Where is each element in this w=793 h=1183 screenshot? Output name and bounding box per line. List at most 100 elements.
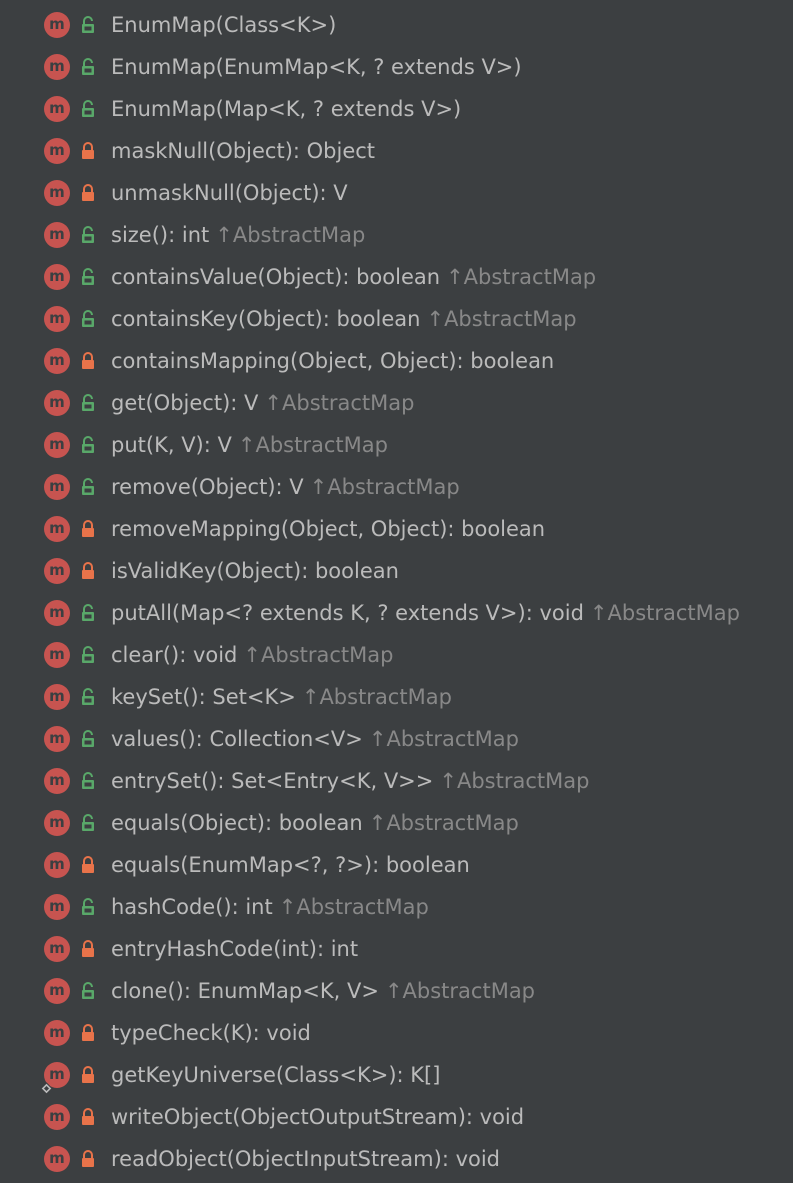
member-row-put[interactable]: m put(K, V): V ↑AbstractMap	[0, 423, 793, 465]
signature-text: clear(): void	[111, 643, 238, 667]
member-row-entryset[interactable]: m entrySet(): Set<Entry<K, V>> ↑AbstractMa…	[0, 759, 793, 801]
method-icon: m	[44, 516, 70, 542]
signature-text: hashCode(): int	[111, 895, 273, 919]
member-row-equals[interactable]: m equals(EnumMap<?, ?>): boolean	[0, 843, 793, 885]
signature-text: containsValue(Object): boolean	[111, 265, 441, 289]
member-signature: size(): int ↑AbstractMap	[111, 221, 365, 249]
private-lock-icon	[80, 1150, 96, 1168]
member-signature: containsValue(Object): boolean ↑AbstractM…	[111, 263, 596, 291]
member-row-get[interactable]: m get(Object): V ↑AbstractMap	[0, 381, 793, 423]
inherited-class-name: AbstractMap	[607, 601, 740, 625]
method-icon: m	[44, 264, 70, 290]
signature-text: equals(Object): boolean	[111, 811, 363, 835]
member-row-unmasknull[interactable]: m unmaskNull(Object): V	[0, 171, 793, 213]
member-row-remove[interactable]: m remove(Object): V ↑AbstractMap	[0, 465, 793, 507]
member-row-entryhashcode[interactable]: m entryHashCode(int): int	[0, 927, 793, 969]
member-row-writeobject[interactable]: m writeObject(ObjectOutputStream): void	[0, 1095, 793, 1137]
inherited-arrow-icon: ↑	[243, 643, 261, 667]
inherited-arrow-icon: ↑	[368, 727, 387, 751]
member-row-getkeyuniverse[interactable]: m getKeyUniverse(Class<K>): K[]	[0, 1053, 793, 1095]
signature-text: clone(): EnumMap<K, V>	[111, 979, 379, 1003]
private-lock-icon	[80, 1066, 96, 1084]
inherited-from-label: ↑AbstractMap	[369, 811, 519, 835]
inherited-class-name: AbstractMap	[319, 685, 452, 709]
inherited-from-label: ↑AbstractMap	[590, 601, 740, 625]
member-signature: getKeyUniverse(Class<K>): K[]	[111, 1061, 440, 1089]
signature-text: typeCheck(K): void	[111, 1021, 311, 1045]
method-icon: m	[44, 54, 70, 80]
private-lock-icon	[80, 184, 96, 202]
member-row-clear[interactable]: m clear(): void ↑AbstractMap	[0, 633, 793, 675]
public-unlocked-icon	[80, 436, 96, 454]
method-icon: m	[44, 138, 70, 164]
inherited-arrow-icon: ↑	[301, 685, 320, 709]
member-row-equals[interactable]: m equals(Object): boolean ↑AbstractMap	[0, 801, 793, 843]
member-row-masknull[interactable]: m maskNull(Object): Object	[0, 129, 793, 171]
public-unlocked-icon	[80, 982, 96, 1000]
method-icon: m	[44, 390, 70, 416]
member-signature: clear(): void ↑AbstractMap	[111, 641, 393, 669]
signature-text: size(): int	[111, 223, 210, 247]
method-icon: m	[44, 978, 70, 1004]
inherited-class-name: AbstractMap	[296, 895, 429, 919]
member-row-readobject[interactable]: m readObject(ObjectInputStream): void	[0, 1137, 793, 1179]
public-unlocked-icon	[80, 226, 96, 244]
member-row-enummap[interactable]: m EnumMap(EnumMap<K, ? extends V>)	[0, 45, 793, 87]
private-lock-icon	[80, 562, 96, 580]
signature-text: containsKey(Object): boolean	[111, 307, 421, 331]
public-unlocked-icon	[80, 268, 96, 286]
inherited-arrow-icon: ↑	[278, 895, 297, 919]
member-signature: containsMapping(Object, Object): boolean	[111, 347, 554, 375]
inherited-arrow-icon: ↑	[264, 391, 282, 415]
member-signature: get(Object): V ↑AbstractMap	[111, 389, 414, 417]
member-row-enummap[interactable]: m EnumMap(Map<K, ? extends V>)	[0, 87, 793, 129]
method-icon: m	[44, 852, 70, 878]
member-row-hashcode[interactable]: m hashCode(): int ↑AbstractMap	[0, 885, 793, 927]
inherited-from-label: ↑AbstractMap	[302, 685, 452, 709]
public-unlocked-icon	[80, 814, 96, 832]
member-row-clone[interactable]: m clone(): EnumMap<K, V> ↑AbstractMap	[0, 969, 793, 1011]
public-unlocked-icon	[80, 898, 96, 916]
member-row-size[interactable]: m size(): int ↑AbstractMap	[0, 213, 793, 255]
signature-text: get(Object): V	[111, 391, 259, 415]
structure-member-list: m EnumMap(Class<K>) m EnumMap(EnumMap<K, ? …	[0, 0, 793, 1179]
member-row-containsvalue[interactable]: m containsValue(Object): boolean ↑Abstract…	[0, 255, 793, 297]
member-row-isvalidkey[interactable]: m isValidKey(Object): boolean	[0, 549, 793, 591]
inherited-class-name: AbstractMap	[402, 979, 536, 1003]
member-row-containsmapping[interactable]: m containsMapping(Object, Object): boolea…	[0, 339, 793, 381]
member-row-removemapping[interactable]: m removeMapping(Object, Object): boolean	[0, 507, 793, 549]
private-lock-icon	[80, 520, 96, 538]
method-icon: m	[44, 642, 70, 668]
member-signature: entrySet(): Set<Entry<K, V>> ↑AbstractMap	[111, 767, 589, 795]
member-signature: unmaskNull(Object): V	[111, 179, 348, 207]
signature-text: EnumMap(EnumMap<K, ? extends V>)	[111, 55, 522, 79]
inherited-arrow-icon: ↑	[446, 265, 464, 289]
method-icon: m	[44, 348, 70, 374]
member-signature: containsKey(Object): boolean ↑AbstractMap	[111, 305, 577, 333]
member-signature: EnumMap(EnumMap<K, ? extends V>)	[111, 53, 522, 81]
signature-text: entryHashCode(int): int	[111, 937, 359, 961]
signature-text: removeMapping(Object, Object): boolean	[111, 517, 546, 541]
signature-text: readObject(ObjectInputStream): void	[111, 1147, 501, 1171]
public-unlocked-icon	[80, 310, 96, 328]
signature-text: isValidKey(Object): boolean	[111, 559, 399, 583]
member-row-containskey[interactable]: m containsKey(Object): boolean ↑AbstractMa…	[0, 297, 793, 339]
method-icon: m	[44, 432, 70, 458]
signature-text: containsMapping(Object, Object): boolean	[111, 349, 555, 373]
method-icon: m	[44, 12, 70, 38]
signature-text: EnumMap(Class<K>)	[111, 13, 337, 37]
inherited-arrow-icon: ↑	[309, 475, 328, 499]
method-icon: m	[44, 558, 70, 584]
inherited-class-name: AbstractMap	[232, 223, 366, 247]
inherited-from-label: ↑AbstractMap	[426, 307, 576, 331]
member-row-enummap[interactable]: m EnumMap(Class<K>)	[0, 3, 793, 45]
inherited-class-name: AbstractMap	[255, 433, 388, 457]
member-row-keyset[interactable]: m keySet(): Set<K> ↑AbstractMap	[0, 675, 793, 717]
inherited-from-label: ↑AbstractMap	[439, 769, 589, 793]
public-unlocked-icon	[80, 604, 96, 622]
member-row-putall[interactable]: m putAll(Map<? extends K, ? extends V>): …	[0, 591, 793, 633]
member-signature: values(): Collection<V> ↑AbstractMap	[111, 725, 519, 753]
method-icon: m	[44, 474, 70, 500]
member-row-values[interactable]: m values(): Collection<V> ↑AbstractMap	[0, 717, 793, 759]
member-row-typecheck[interactable]: m typeCheck(K): void	[0, 1011, 793, 1053]
